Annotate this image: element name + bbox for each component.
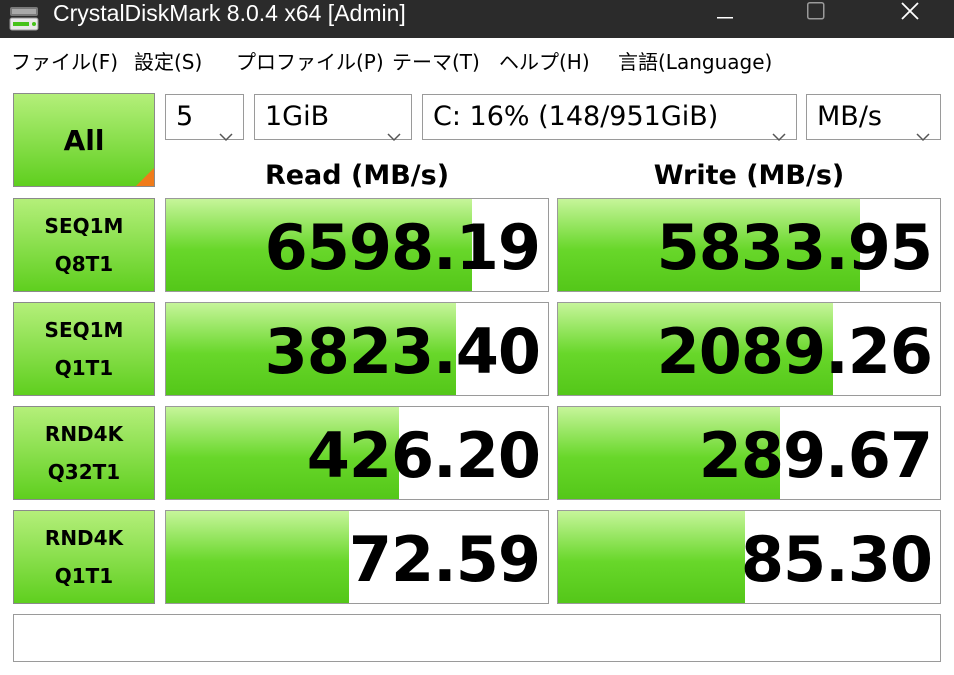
test-seq1m-q8t1-button[interactable]: SEQ1M Q8T1 [13,198,155,292]
drive-select[interactable]: C: 16% (148/951GiB) [422,94,797,142]
write-value: 85.30 [740,523,933,596]
read-value: 3823.40 [264,315,541,388]
test-params: Q1T1 [54,356,114,380]
menu-bar: ファイル(F) 設定(S) プロファイル(P) テーマ(T) ヘルプ(H) 言語… [0,38,954,82]
unit-value: MB/s [817,101,882,132]
all-button[interactable]: All [13,93,155,187]
window-title: CrystalDiskMark 8.0.4 x64 [Admin] [53,0,406,26]
test-size-select[interactable]: 1GiB [254,94,412,142]
read-score-bar [166,511,350,603]
write-value: 5833.95 [656,211,933,284]
test-rnd4k-q32t1-button[interactable]: RND4K Q32T1 [13,406,155,500]
test-params: Q8T1 [54,252,114,276]
write-result-cell: 2089.26 [557,302,941,396]
test-params: Q1T1 [54,564,114,588]
title-bar: CrystalDiskMark 8.0.4 x64 [Admin] [0,0,954,38]
write-value: 2089.26 [656,315,933,388]
test-seq1m-q1t1-button[interactable]: SEQ1M Q1T1 [13,302,155,396]
maximize-icon [807,2,825,24]
read-result-cell: 72.59 [165,510,549,604]
menu-file[interactable]: ファイル(F) [11,46,118,75]
test-name: RND4K [44,422,124,446]
menu-settings[interactable]: 設定(S) [134,46,202,75]
all-button-label: All [63,123,105,157]
read-value: 72.59 [348,523,541,596]
read-result-cell: 3823.40 [165,302,549,396]
unit-select[interactable]: MB/s [806,94,941,142]
write-result-cell: 289.67 [557,406,941,500]
write-score-bar [558,511,746,603]
chevron-down-icon [219,112,233,142]
test-name: RND4K [44,526,124,550]
read-header: Read (MB/s) [264,160,450,191]
drive-value: C: 16% (148/951GiB) [433,101,719,132]
test-name: SEQ1M [44,318,124,342]
app-disk-icon [8,6,42,32]
test-rnd4k-q1t1-button[interactable]: RND4K Q1T1 [13,510,155,604]
read-result-cell: 6598.19 [165,198,549,292]
read-value: 6598.19 [264,211,541,284]
maximize-button[interactable] [786,0,846,26]
menu-language[interactable]: 言語(Language) [618,46,772,75]
minimize-button[interactable] [695,0,755,26]
comment-input[interactable] [13,614,941,662]
chevron-down-icon [387,112,401,142]
menu-help[interactable]: ヘルプ(H) [499,46,590,75]
test-name: SEQ1M [44,214,124,238]
chevron-down-icon [916,112,930,142]
chevron-down-icon [772,112,786,142]
menu-theme[interactable]: テーマ(T) [392,46,480,75]
write-result-cell: 85.30 [557,510,941,604]
menu-profile[interactable]: プロファイル(P) [236,46,384,75]
read-result-cell: 426.20 [165,406,549,500]
close-button[interactable] [880,0,940,26]
read-value: 426.20 [306,419,541,492]
close-icon [901,2,919,24]
test-params: Q32T1 [47,460,121,484]
write-result-cell: 5833.95 [557,198,941,292]
corner-marker [136,168,154,186]
minimize-icon [717,4,733,23]
test-count-value: 5 [176,101,194,132]
write-header: Write (MB/s) [653,160,845,191]
test-size-value: 1GiB [265,101,330,132]
write-value: 289.67 [698,419,933,492]
test-count-select[interactable]: 5 [165,94,244,142]
